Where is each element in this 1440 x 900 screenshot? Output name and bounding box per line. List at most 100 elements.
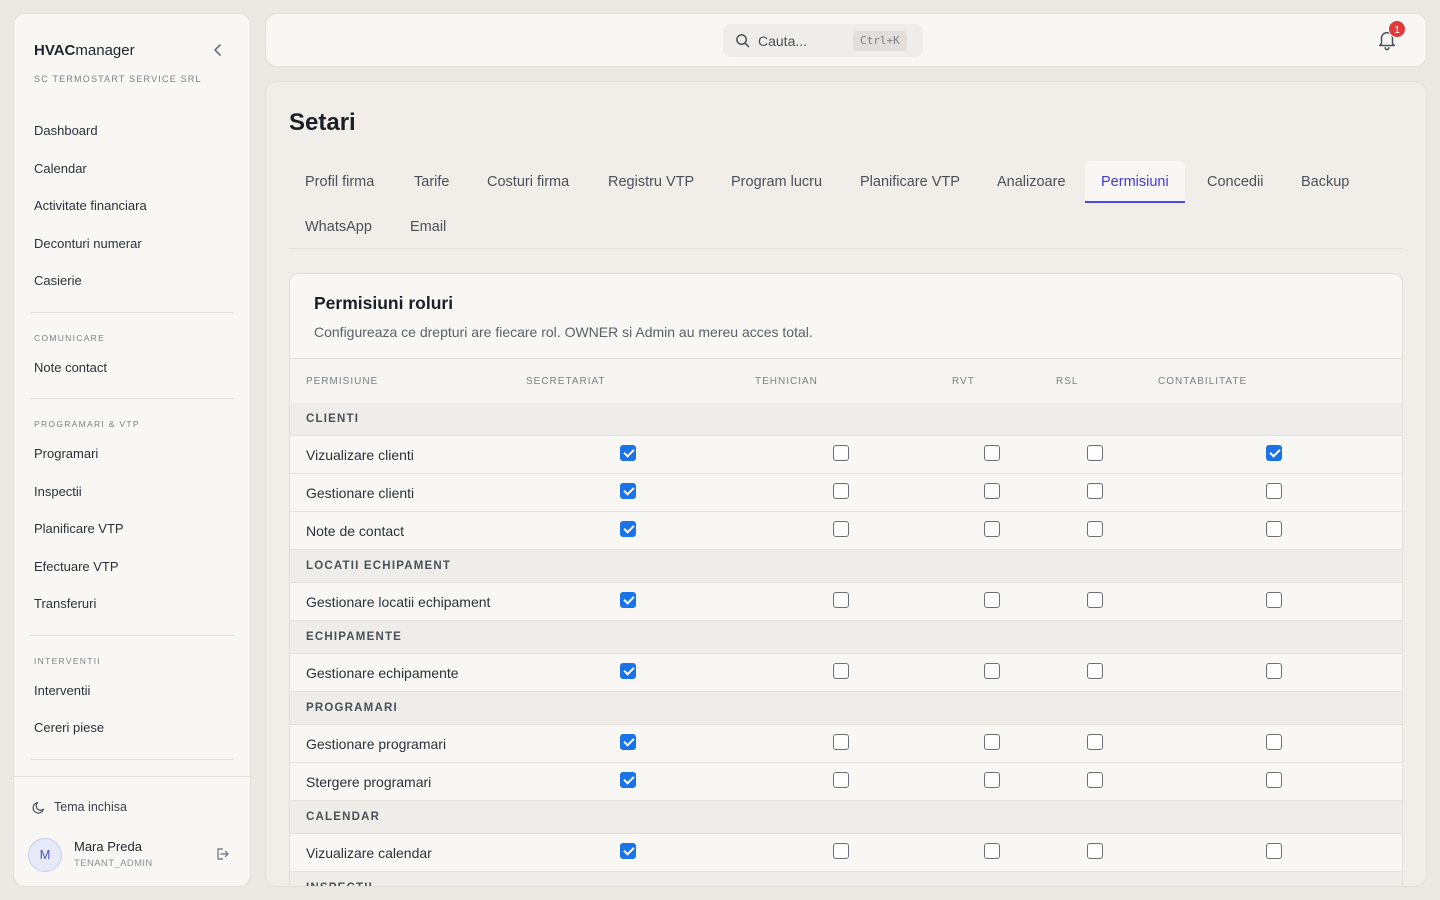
nav-section-comunicare: COMUNICARE	[34, 332, 106, 343]
logout-icon[interactable]	[214, 846, 230, 862]
page-title: Setari	[289, 109, 356, 136]
checkbox-rvt[interactable]	[984, 483, 1000, 499]
table-section-header: ECHIPAMENTE	[290, 621, 1402, 654]
checkbox-contabilitate[interactable]	[1266, 734, 1282, 750]
tab-backup[interactable]: Backup	[1285, 161, 1365, 203]
tab-profil-firma[interactable]: Profil firma	[289, 161, 390, 203]
main-content: Setari Profil firma Tarife Costuri firma…	[265, 81, 1427, 887]
checkbox-secretariat[interactable]	[620, 483, 636, 499]
checkbox-tehnician[interactable]	[833, 592, 849, 608]
table-section-header: CALENDAR	[290, 801, 1402, 834]
tab-analizoare[interactable]: Analizoare	[981, 161, 1082, 203]
checkbox-rsl[interactable]	[1087, 445, 1103, 461]
sidebar-item-activitate-financiara[interactable]: Activitate financiara	[14, 187, 250, 225]
table-row: Note de contact	[290, 512, 1402, 550]
sidebar-item-inspectii[interactable]: Inspectii	[14, 473, 250, 511]
sidebar-item-dashboard[interactable]: Dashboard	[14, 112, 250, 150]
divider	[30, 398, 234, 399]
checkbox-tehnician[interactable]	[833, 483, 849, 499]
checkbox-rvt[interactable]	[984, 521, 1000, 537]
search-input[interactable]: Cauta... Ctrl+K	[723, 24, 923, 57]
checkbox-contabilitate[interactable]	[1266, 483, 1282, 499]
sidebar-item-casierie[interactable]: Casierie	[14, 262, 250, 300]
checkbox-tehnician[interactable]	[833, 772, 849, 788]
sidebar-item-note-contact[interactable]: Note contact	[14, 349, 250, 387]
tab-email[interactable]: Email	[394, 206, 462, 248]
theme-toggle-label: Tema inchisa	[54, 800, 127, 814]
checkbox-rvt[interactable]	[984, 663, 1000, 679]
sidebar-item-interventii[interactable]: Interventii	[14, 672, 250, 710]
column-header-secretariat: SECRETARIAT	[526, 376, 606, 387]
checkbox-rvt[interactable]	[984, 772, 1000, 788]
permissions-card: Permisiuni roluri Configureaza ce dreptu…	[289, 273, 1403, 886]
checkbox-tehnician[interactable]	[833, 521, 849, 537]
sidebar-item-programari[interactable]: Programari	[14, 435, 250, 473]
avatar[interactable]: M	[28, 838, 62, 872]
checkbox-rsl[interactable]	[1087, 734, 1103, 750]
divider	[30, 634, 234, 636]
checkbox-tehnician[interactable]	[833, 445, 849, 461]
tab-whatsapp[interactable]: WhatsApp	[289, 206, 388, 248]
sidebar: HVACmanager SC TERMOSTART SERVICE SRL Da…	[13, 13, 251, 887]
search-shortcut: Ctrl+K	[853, 31, 907, 51]
sidebar-item-cereri-piese[interactable]: Cereri piese	[14, 709, 250, 747]
table-row: Stergere programari	[290, 763, 1402, 801]
checkbox-contabilitate[interactable]	[1266, 843, 1282, 859]
column-header-tehnician: TEHNICIAN	[755, 376, 818, 387]
checkbox-secretariat[interactable]	[620, 521, 636, 537]
checkbox-rsl[interactable]	[1087, 772, 1103, 788]
checkbox-rvt[interactable]	[984, 734, 1000, 750]
tab-registru-vtp[interactable]: Registru VTP	[592, 161, 710, 203]
sidebar-item-deconturi-numerar[interactable]: Deconturi numerar	[14, 225, 250, 263]
permissions-table-body: CLIENTI Vizualizare clienti Gestionare cli…	[290, 403, 1402, 886]
checkbox-rsl[interactable]	[1087, 483, 1103, 499]
checkbox-rsl[interactable]	[1087, 843, 1103, 859]
checkbox-rvt[interactable]	[984, 843, 1000, 859]
sidebar-item-transferuri[interactable]: Transferuri	[14, 585, 250, 623]
nav-section-programari: PROGRAMARI & VTP	[34, 419, 140, 429]
table-header: PERMISIUNE SECRETARIAT TEHNICIAN RVT RSL…	[290, 358, 1402, 403]
chevron-left-icon[interactable]	[210, 42, 226, 58]
checkbox-secretariat[interactable]	[620, 445, 636, 461]
checkbox-rsl[interactable]	[1087, 521, 1103, 537]
sidebar-item-efectuare-vtp[interactable]: Efectuare VTP	[14, 548, 250, 586]
search-icon	[736, 34, 750, 48]
table-row: Gestionare echipamente	[290, 654, 1402, 692]
checkbox-secretariat[interactable]	[620, 734, 636, 750]
permission-label: Gestionare echipamente	[306, 665, 459, 681]
checkbox-secretariat[interactable]	[620, 592, 636, 608]
tab-tarife[interactable]: Tarife	[398, 161, 465, 203]
permission-label: Stergere programari	[306, 774, 432, 790]
permission-label: Note de contact	[306, 523, 405, 539]
sidebar-item-calendar[interactable]: Calendar	[14, 150, 250, 188]
checkbox-contabilitate[interactable]	[1266, 592, 1282, 608]
notification-badge: 1	[1388, 20, 1406, 38]
column-header-permisiune: PERMISIUNE	[306, 376, 379, 387]
tab-planificare-vtp[interactable]: Planificare VTP	[844, 161, 976, 203]
sidebar-item-planificare-vtp[interactable]: Planificare VTP	[14, 510, 250, 548]
checkbox-rsl[interactable]	[1087, 592, 1103, 608]
divider	[14, 776, 250, 777]
checkbox-tehnician[interactable]	[833, 734, 849, 750]
checkbox-secretariat[interactable]	[620, 772, 636, 788]
tab-program-lucru[interactable]: Program lucru	[715, 161, 838, 203]
tab-permisiuni[interactable]: Permisiuni	[1085, 161, 1185, 203]
checkbox-secretariat[interactable]	[620, 663, 636, 679]
sidebar-nav: Dashboard Calendar Activitate financiara…	[14, 112, 250, 774]
checkbox-tehnician[interactable]	[833, 663, 849, 679]
checkbox-tehnician[interactable]	[833, 843, 849, 859]
checkbox-contabilitate[interactable]	[1266, 772, 1282, 788]
checkbox-contabilitate[interactable]	[1266, 445, 1282, 461]
tab-concedii[interactable]: Concedii	[1191, 161, 1279, 203]
checkbox-rsl[interactable]	[1087, 663, 1103, 679]
checkbox-rvt[interactable]	[984, 445, 1000, 461]
user-name: Mara Preda	[74, 839, 142, 854]
theme-toggle[interactable]: Tema inchisa	[32, 800, 127, 814]
checkbox-secretariat[interactable]	[620, 843, 636, 859]
checkbox-rvt[interactable]	[984, 592, 1000, 608]
table-row: Vizualizare calendar	[290, 834, 1402, 872]
checkbox-contabilitate[interactable]	[1266, 521, 1282, 537]
checkbox-contabilitate[interactable]	[1266, 663, 1282, 679]
brand-logo[interactable]: HVACmanager	[34, 42, 135, 59]
tab-costuri-firma[interactable]: Costuri firma	[471, 161, 585, 203]
